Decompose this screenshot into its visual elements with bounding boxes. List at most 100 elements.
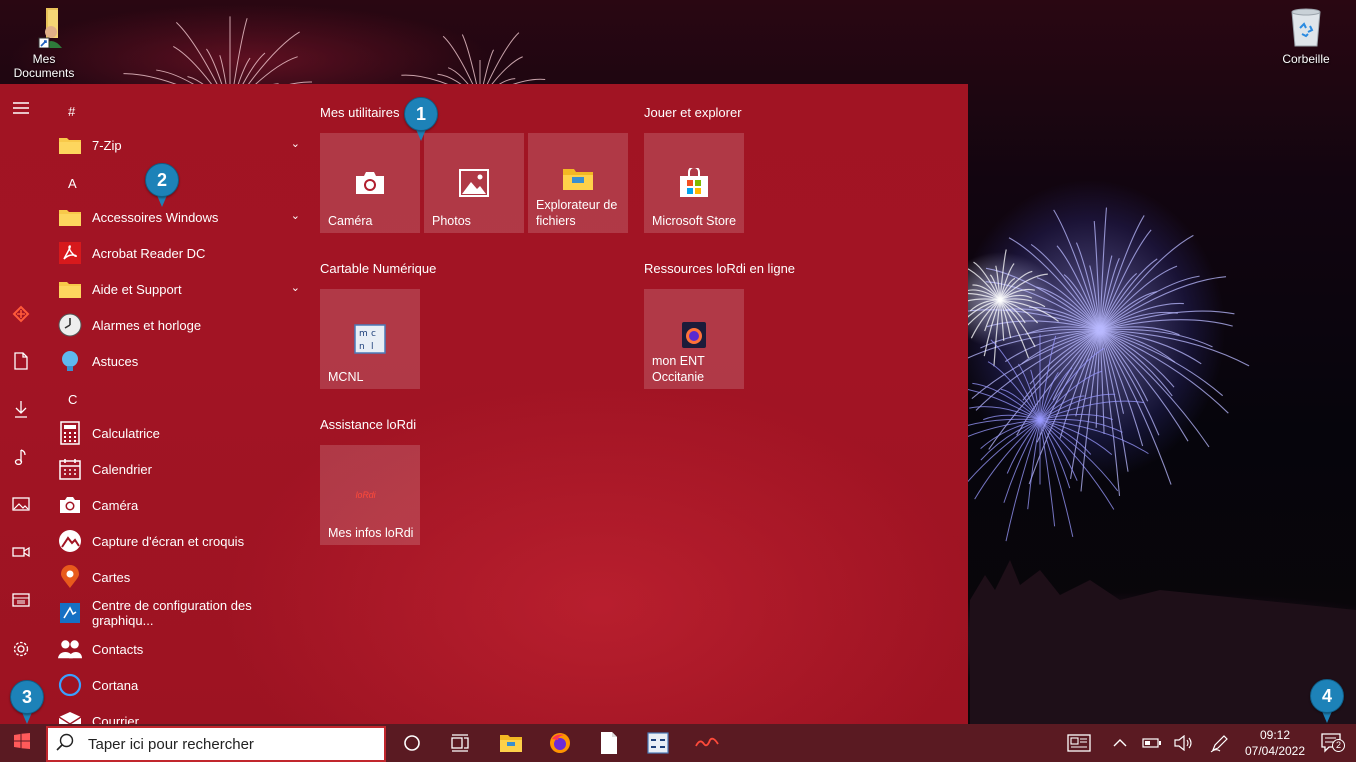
app-label: Cortana [92, 677, 139, 693]
cortana-circle-icon[interactable] [399, 731, 425, 755]
calculator-icon [58, 421, 82, 445]
callout-marker-3: 3 [10, 680, 44, 724]
callout-marker-4: 4 [1310, 679, 1344, 723]
marker-number: 4 [1310, 679, 1344, 713]
app-item-cartes[interactable]: Cartes [58, 561, 308, 593]
firefox-taskbar-icon[interactable] [547, 731, 573, 755]
task-view-icon[interactable] [447, 731, 473, 755]
mcnl-icon: mcnl [354, 323, 386, 355]
pictures-icon[interactable] [10, 496, 32, 518]
recycle-bin-icon [1286, 6, 1326, 48]
hamburger-icon[interactable] [10, 100, 32, 122]
tile-group-title[interactable]: Ressources loRdi en ligne [644, 261, 795, 276]
taskbar-clock[interactable]: 09:12 07/04/2022 [1240, 727, 1310, 759]
acrobat-icon [58, 241, 82, 265]
clock-time: 09:12 [1259, 728, 1291, 742]
camera-icon [58, 493, 82, 517]
tile-group-title[interactable]: Cartable Numérique [320, 261, 436, 276]
tile-label: MCNL [328, 370, 364, 384]
news-widget-icon[interactable] [1066, 731, 1092, 755]
start-button[interactable] [0, 724, 44, 762]
folder-user-shortcut-icon [24, 6, 64, 49]
lordi-icon[interactable] [10, 304, 32, 326]
app-item-calendrier[interactable]: Calendrier [58, 453, 308, 485]
app-label: Alarmes et horloge [92, 317, 202, 333]
folder-icon [58, 277, 82, 301]
chevron-up-icon[interactable] [1107, 731, 1133, 755]
tile-mon-ent-occitanie[interactable]: mon ENT Occitanie [644, 289, 744, 389]
tile-label: Explorateur de fichiers [536, 198, 618, 228]
folder-icon [58, 133, 82, 157]
marker-number: 3 [10, 680, 44, 714]
letter-header[interactable]: # [68, 104, 75, 119]
tile-label: mon ENT Occitanie [652, 354, 705, 384]
svg-text:n: n [359, 342, 365, 352]
search-box[interactable] [46, 726, 386, 762]
tile-group-title[interactable]: Assistance loRdi [320, 417, 416, 432]
app-label: Contacts [92, 641, 144, 657]
mail-icon [58, 709, 82, 724]
letter-header[interactable]: C [68, 392, 77, 407]
cortana-icon [58, 673, 82, 697]
app-item-7zip[interactable]: 7-Zip ⌄ [58, 129, 308, 161]
mcnl-taskbar-icon[interactable] [645, 731, 671, 755]
map-pin-icon [58, 565, 82, 589]
app-item-astuces[interactable]: Astuces [58, 345, 308, 377]
file-explorer-taskbar-icon[interactable] [498, 731, 524, 755]
desktop-icon-label: Corbeille [1282, 52, 1330, 66]
tile-camera[interactable]: Caméra [320, 133, 420, 233]
tile-mcnl[interactable]: mcnl MCNL [320, 289, 420, 389]
search-input[interactable] [88, 735, 368, 753]
app-item-accessoires-windows[interactable]: Accessoires Windows ⌄ [58, 201, 308, 233]
document-icon[interactable] [10, 352, 32, 374]
chevron-down-icon[interactable]: ⌄ [291, 209, 300, 222]
intel-graphics-icon [58, 601, 82, 625]
app-item-courrier[interactable]: Courrier [58, 705, 308, 724]
chevron-down-icon[interactable]: ⌄ [291, 281, 300, 294]
tile-photos[interactable]: Photos [424, 133, 524, 233]
app-label: Acrobat Reader DC [92, 245, 206, 261]
chevron-down-icon[interactable]: ⌄ [291, 137, 300, 150]
document-taskbar-icon[interactable] [596, 731, 622, 755]
tile-label: Caméra [328, 214, 373, 228]
video-icon[interactable] [10, 544, 32, 566]
app-item-alarmes-horloge[interactable]: Alarmes et horloge [58, 309, 308, 341]
volume-icon[interactable] [1170, 731, 1196, 755]
callout-marker-2: 2 [145, 163, 179, 207]
app-item-cortana[interactable]: Cortana [58, 669, 308, 701]
file-explorer-icon[interactable] [10, 592, 32, 614]
desktop-icon-corbeille[interactable]: Corbeille [1266, 6, 1346, 66]
tile-label: Photos [432, 214, 471, 228]
letter-header[interactable]: A [68, 176, 77, 191]
gear-icon[interactable] [10, 640, 32, 662]
taskbar: 09:12 07/04/2022 2 [0, 724, 1356, 762]
app-item-aide-et-support[interactable]: Aide et Support ⌄ [58, 273, 308, 305]
lightbulb-icon [58, 349, 82, 373]
tile-mes-infos-lordi[interactable]: loRdi Mes infos loRdi [320, 445, 420, 545]
svg-text:l: l [371, 342, 374, 352]
pen-icon[interactable] [1207, 731, 1233, 755]
app-item-capture-ecran[interactable]: Capture d'écran et croquis [58, 525, 308, 557]
photos-icon [458, 167, 490, 199]
app-item-calculatrice[interactable]: Calculatrice [58, 417, 308, 449]
tile-microsoft-store[interactable]: Microsoft Store [644, 133, 744, 233]
app-item-camera[interactable]: Caméra [58, 489, 308, 521]
app-item-centre-config-graphiques[interactable]: Centre de configuration des graphiqu... [58, 597, 308, 629]
lordi-logo-icon: loRdi [354, 479, 386, 511]
battery-icon[interactable] [1139, 731, 1165, 755]
search-icon [56, 733, 88, 756]
app-label: Aide et Support [92, 281, 182, 297]
music-icon[interactable] [10, 448, 32, 470]
tile-explorateur-fichiers[interactable]: Explorateur de fichiers [528, 133, 628, 233]
download-icon[interactable] [10, 400, 32, 422]
app-item-acrobat-reader[interactable]: Acrobat Reader DC [58, 237, 308, 269]
notification-count-badge: 2 [1332, 739, 1345, 752]
notification-center-icon[interactable]: 2 [1318, 731, 1346, 755]
tile-group-title[interactable]: Jouer et explorer [644, 105, 742, 120]
lordi-taskbar-icon[interactable] [694, 731, 720, 755]
desktop-icon-label: Mes Documents [13, 52, 75, 80]
app-item-contacts[interactable]: Contacts [58, 633, 308, 665]
desktop-icon-mes-documents[interactable]: Mes Documents [4, 6, 84, 80]
tile-group-title[interactable]: Mes utilitaires [320, 105, 399, 120]
app-label: Accessoires Windows [92, 209, 219, 225]
